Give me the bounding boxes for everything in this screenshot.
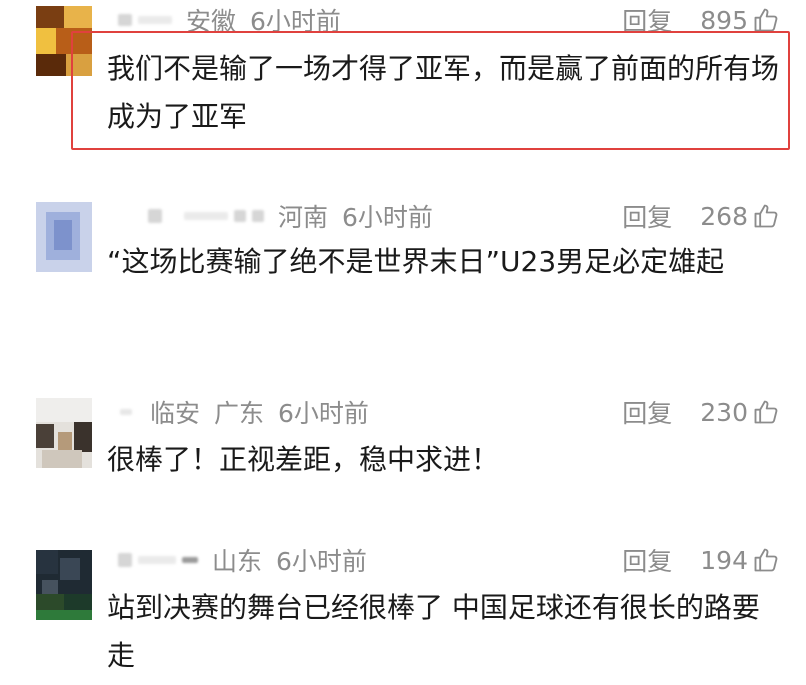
thumbs-up-icon[interactable]: [752, 6, 780, 34]
username-redacted: [138, 556, 176, 564]
username-redacted: [118, 14, 132, 26]
comment-actions: 回复 194: [622, 540, 780, 580]
like-count: 268: [700, 201, 748, 231]
username-redacted: [182, 557, 198, 563]
location: 广东: [214, 399, 265, 428]
like-count: 230: [700, 397, 748, 427]
username-redacted: [118, 553, 132, 567]
comment-text: 站到决赛的舞台已经很棒了 中国足球还有很长的路要走: [107, 591, 760, 672]
avatar[interactable]: [36, 398, 92, 468]
thumbs-up-icon[interactable]: [752, 546, 780, 574]
comment-text: “这场比赛输了绝不是世界末日”U23男足必定雄起: [107, 245, 725, 278]
comment-actions: 回复 268: [622, 196, 780, 236]
username-redacted: [234, 210, 246, 222]
timestamp: 6小时前: [278, 399, 369, 428]
thumbs-up-icon[interactable]: [752, 202, 780, 230]
username-redacted: [120, 409, 132, 415]
reply-button[interactable]: 回复: [622, 394, 672, 430]
comment-text: 很棒了！正视差距，稳中求进！: [107, 443, 500, 476]
highlight-box: [71, 31, 790, 150]
username-redacted: [148, 209, 162, 223]
comment-meta: 山东 6小时前: [108, 540, 367, 580]
location: 山东: [212, 547, 263, 576]
avatar[interactable]: [36, 550, 92, 620]
username-redacted: [138, 16, 172, 24]
avatar[interactable]: [36, 202, 92, 272]
timestamp: 6小时前: [276, 547, 367, 576]
like-count: 194: [700, 545, 748, 575]
reply-button[interactable]: 回复: [622, 198, 672, 234]
comment-meta: 临安 广东 6小时前: [108, 392, 369, 432]
comment-actions: 回复 230: [622, 392, 780, 432]
timestamp: 6小时前: [342, 203, 433, 232]
location: 河南: [278, 203, 329, 232]
username[interactable]: 临安: [150, 394, 200, 430]
username-redacted: [252, 210, 264, 222]
comment-meta: 河南 6小时前: [108, 196, 433, 236]
username-redacted: [184, 212, 228, 220]
thumbs-up-icon[interactable]: [752, 398, 780, 426]
reply-button[interactable]: 回复: [622, 542, 672, 578]
